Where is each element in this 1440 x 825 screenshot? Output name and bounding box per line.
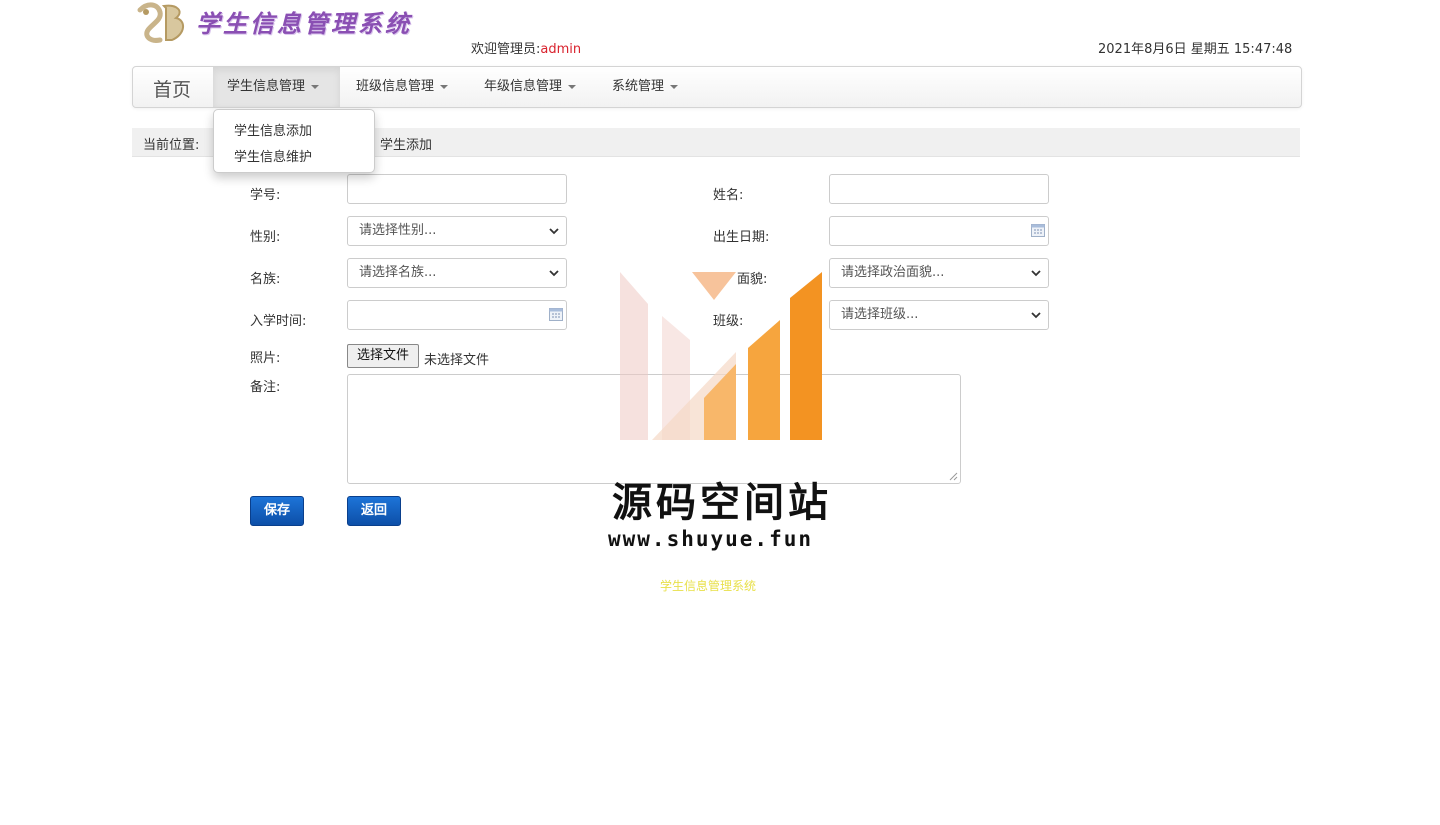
calendar-icon[interactable]	[549, 308, 563, 321]
nav-label: 班级信息管理	[356, 79, 435, 94]
welcome-prefix: 欢迎管理员:	[471, 42, 541, 57]
photo-label: 照片:	[250, 351, 281, 366]
calendar-icon[interactable]	[1031, 224, 1045, 237]
nav-home[interactable]: 首页	[153, 75, 191, 102]
remark-label: 备注:	[250, 380, 281, 395]
footer-text: 学生信息管理系统	[660, 579, 757, 593]
username: admin	[540, 42, 582, 57]
watermark-title: 源码空间站	[612, 480, 832, 526]
student-id-input[interactable]	[347, 174, 567, 204]
nav-label: 学生信息管理	[227, 79, 306, 94]
name-label: 姓名:	[713, 188, 744, 203]
navbar: 首页 学生信息管理 班级信息管理 年级信息管理 系统管理	[132, 66, 1302, 108]
birth-date-label: 出生日期:	[713, 230, 770, 245]
political-status-select-value: 请选择政治面貌...	[841, 265, 945, 280]
nav-label: 系统管理	[612, 79, 665, 94]
name-input[interactable]	[829, 174, 1049, 204]
nav-student-management[interactable]: 学生信息管理	[213, 67, 340, 107]
breadcrumb-label: 当前位置:	[143, 138, 200, 153]
caret-down-icon	[670, 84, 679, 89]
birth-date-input[interactable]	[829, 216, 1049, 246]
class-select[interactable]: 请选择班级...	[829, 300, 1049, 330]
gender-select-value: 请选择性别...	[359, 223, 437, 238]
enroll-date-input[interactable]	[347, 300, 567, 330]
logo-text: 学生信息管理系统	[196, 9, 412, 38]
ethnicity-select[interactable]: 请选择名族...	[347, 258, 567, 288]
class-select-value: 请选择班级...	[841, 307, 919, 322]
watermark-url: www.shuyue.fun	[608, 527, 814, 551]
student-management-dropdown: 学生信息添加 学生信息维护	[213, 109, 375, 173]
caret-down-icon	[568, 84, 577, 89]
resize-grip-icon[interactable]	[949, 472, 958, 481]
breadcrumb-current: 学生添加	[380, 138, 433, 153]
nav-label: 年级信息管理	[484, 79, 563, 94]
student-id-label: 学号:	[250, 188, 281, 203]
ethnicity-label: 名族:	[250, 272, 281, 287]
current-datetime: 2021年8月6日 星期五 15:47:48	[1098, 42, 1293, 57]
chevron-down-icon	[1031, 270, 1041, 277]
nav-grade-management[interactable]: 年级信息管理	[470, 67, 590, 107]
ethnicity-select-value: 请选择名族...	[359, 265, 437, 280]
chevron-down-icon	[549, 228, 559, 235]
caret-down-icon	[440, 84, 449, 89]
enroll-date-label: 入学时间:	[250, 314, 307, 329]
caret-down-icon	[311, 84, 320, 89]
watermark-logo-icon	[620, 272, 822, 440]
menu-item-maintain-student[interactable]: 学生信息维护	[234, 146, 312, 165]
chevron-down-icon	[549, 270, 559, 277]
save-button[interactable]: 保存	[250, 496, 304, 526]
file-status: 未选择文件	[424, 353, 490, 368]
back-button[interactable]: 返回	[347, 496, 401, 526]
chevron-down-icon	[1031, 312, 1041, 319]
nav-system-management[interactable]: 系统管理	[598, 67, 692, 107]
choose-file-button[interactable]: 选择文件	[347, 344, 419, 368]
logo-icon	[137, 2, 184, 43]
gender-select[interactable]: 请选择性别...	[347, 216, 567, 246]
menu-item-add-student[interactable]: 学生信息添加	[234, 120, 312, 139]
welcome-message: 欢迎管理员:admin	[471, 38, 581, 57]
nav-class-management[interactable]: 班级信息管理	[342, 67, 462, 107]
political-status-select[interactable]: 请选择政治面貌...	[829, 258, 1049, 288]
gender-label: 性别:	[250, 230, 281, 245]
